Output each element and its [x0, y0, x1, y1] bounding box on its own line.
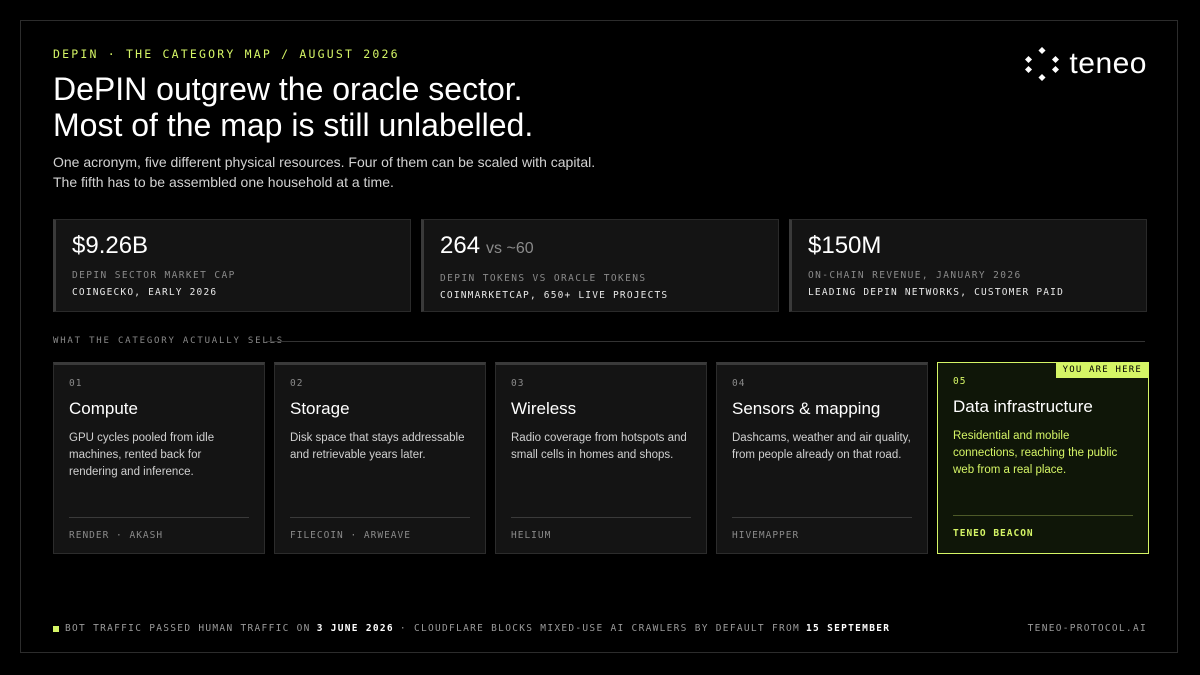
card-description: Dashcams, weather and air quality, from … — [732, 432, 911, 461]
card-footer: HIVEMAPPER — [732, 530, 800, 541]
stat-source: LEADING DEPIN NETWORKS, CUSTOMER PAID — [808, 287, 1065, 298]
card-number: 04 — [732, 378, 746, 389]
footer-url-link[interactable]: TENEO-PROTOCOL.AI — [1028, 623, 1147, 634]
card-number: 01 — [69, 378, 83, 389]
footer-date-1: 3 JUNE 2026 — [316, 623, 394, 634]
teneo-dots-logo-icon — [1025, 47, 1060, 81]
stat-label: ON-CHAIN REVENUE, JANUARY 2026 — [808, 270, 1022, 281]
card-number: 03 — [511, 378, 525, 389]
card-number: 02 — [290, 378, 304, 389]
card-divider — [953, 515, 1133, 516]
card-footer: RENDER · AKASH — [69, 530, 164, 541]
card-footer: FILECOIN · ARWEAVE — [290, 530, 411, 541]
accent-square-icon — [53, 625, 59, 632]
footer-note: BOT TRAFFIC PASSED HUMAN TRAFFIC ON 3 JU… — [53, 623, 890, 634]
subhead: One acronym, five different physical res… — [53, 152, 595, 192]
footer-text-2: · CLOUDFLARE BLOCKS MIXED-USE AI CRAWLER… — [399, 623, 801, 634]
card-divider — [732, 517, 912, 518]
card-title: Wireless — [511, 399, 577, 418]
stat-value: $150M — [808, 232, 1130, 260]
stat-number: $9.26B — [72, 232, 149, 259]
stat-source: COINMARKETCAP, 650+ LIVE PROJECTS — [440, 290, 669, 301]
card-description: Radio coverage from hotspots and small c… — [511, 432, 687, 461]
card-title: Data infrastructure — [953, 397, 1093, 416]
stat-label: DEPIN SECTOR MARKET CAP — [72, 270, 236, 281]
stat-card-revenue: $150M ON-CHAIN REVENUE, JANUARY 2026 LEA… — [789, 219, 1147, 312]
card-description: Residential and mobile connections, reac… — [953, 430, 1118, 476]
card-description: Disk space that stays addressable and re… — [290, 432, 465, 461]
stat-label: DEPIN TOKENS VS ORACLE TOKENS — [440, 273, 647, 284]
eyebrow: DEPIN · THE CATEGORY MAP / AUGUST 2026 — [53, 47, 400, 61]
subhead-line-2: The fifth has to be assembled one househ… — [53, 174, 394, 190]
stat-number: 264 — [440, 232, 481, 259]
category-card-storage: 02 Storage Disk space that stays address… — [274, 362, 486, 554]
stat-card-market-cap: $9.26B DEPIN SECTOR MARKET CAP COINGECKO… — [53, 219, 411, 312]
slide-frame: DEPIN · THE CATEGORY MAP / AUGUST 2026 t… — [20, 20, 1178, 653]
card-footer: HELIUM — [511, 530, 552, 541]
headline: DePIN outgrew the oracle sector. Most of… — [53, 71, 533, 143]
card-description: GPU cycles pooled from idle machines, re… — [69, 432, 215, 478]
footer-text-1: BOT TRAFFIC PASSED HUMAN TRAFFIC ON — [65, 623, 311, 634]
card-title: Compute — [69, 399, 138, 418]
stat-value: $9.26B — [72, 232, 394, 260]
you-are-here-badge: YOU ARE HERE — [1055, 362, 1149, 378]
category-card-compute: 01 Compute GPU cycles pooled from idle m… — [53, 362, 265, 554]
card-divider — [69, 517, 249, 518]
headline-line-1: DePIN outgrew the oracle sector. — [53, 71, 523, 107]
section-label: WHAT THE CATEGORY ACTUALLY SELLS — [53, 336, 284, 346]
footer-date-2: 15 SEPTEMBER — [806, 623, 891, 634]
stat-source: COINGECKO, EARLY 2026 — [72, 287, 218, 298]
subhead-line-1: One acronym, five different physical res… — [53, 154, 596, 170]
card-divider — [290, 517, 470, 518]
headline-line-2: Most of the map is still unlabelled. — [53, 107, 534, 143]
category-card-wireless: 03 Wireless Radio coverage from hotspots… — [495, 362, 707, 554]
stat-value: 264 vs ~60 — [440, 232, 762, 263]
card-footer: TENEO BEACON — [953, 528, 1034, 539]
section-divider — [266, 341, 1145, 342]
logo-text: teneo — [1069, 47, 1147, 80]
stat-number: $150M — [808, 232, 882, 259]
card-title: Sensors & mapping — [732, 399, 881, 418]
logo: teneo — [1025, 47, 1147, 81]
card-divider — [511, 517, 691, 518]
stat-card-token-count: 264 vs ~60 DEPIN TOKENS VS ORACLE TOKENS … — [421, 219, 779, 312]
category-card-sensors: 04 Sensors & mapping Dashcams, weather a… — [716, 362, 928, 554]
category-card-data-infrastructure: YOU ARE HERE 05 Data infrastructure Resi… — [937, 362, 1149, 554]
stat-comparison: vs ~60 — [486, 240, 534, 257]
card-title: Storage — [290, 399, 350, 418]
